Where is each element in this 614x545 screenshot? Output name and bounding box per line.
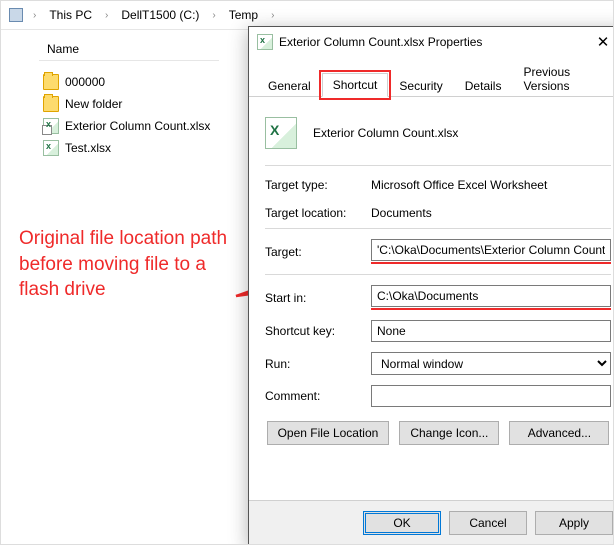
shortcut-key-input[interactable] — [371, 320, 611, 342]
chevron-right-icon[interactable]: › — [29, 10, 40, 21]
divider — [265, 165, 611, 166]
file-name: Test.xlsx — [65, 141, 111, 155]
tab-general[interactable]: General — [257, 74, 322, 97]
file-name: 000000 — [65, 75, 105, 89]
tab-shortcut[interactable]: Shortcut — [322, 73, 389, 97]
filename-label: Exterior Column Count.xlsx — [309, 122, 611, 144]
file-item[interactable]: Test.xlsx — [39, 137, 261, 159]
close-button[interactable]: ✕ — [587, 33, 614, 51]
comment-input[interactable] — [371, 385, 611, 407]
label-shortcut-key: Shortcut key: — [265, 324, 365, 338]
excel-icon — [257, 34, 273, 50]
dialog-footer: OK Cancel Apply — [249, 500, 614, 545]
tab-strip: General Shortcut Security Details Previo… — [249, 59, 614, 97]
label-target-location: Target location: — [265, 206, 365, 220]
label-comment: Comment: — [265, 389, 365, 403]
folder-icon — [43, 74, 59, 90]
divider — [265, 274, 611, 275]
cancel-button[interactable]: Cancel — [449, 511, 527, 535]
excel-shortcut-icon — [43, 118, 59, 134]
file-name: New folder — [65, 97, 122, 111]
tab-content: Exterior Column Count.xlsx Target type: … — [249, 97, 614, 500]
tab-security[interactable]: Security — [388, 74, 453, 97]
tab-details[interactable]: Details — [454, 74, 513, 97]
start-in-input[interactable] — [371, 285, 611, 307]
file-item[interactable]: Exterior Column Count.xlsx — [39, 115, 261, 137]
properties-dialog: Exterior Column Count.xlsx Properties ✕ … — [248, 26, 614, 545]
value-target-location: Documents — [371, 204, 611, 222]
chevron-right-icon[interactable]: › — [208, 10, 219, 21]
run-select[interactable]: Normal window — [371, 352, 611, 375]
advanced-button[interactable]: Advanced... — [509, 421, 609, 445]
label-target-type: Target type: — [265, 178, 365, 192]
breadcrumb-item-0[interactable]: This PC — [42, 5, 99, 25]
annotation-text: Original file location path before movin… — [19, 226, 239, 303]
file-name: Exterior Column Count.xlsx — [65, 119, 210, 133]
pc-icon — [9, 8, 23, 22]
breadcrumb-item-2[interactable]: Temp — [222, 5, 265, 25]
open-file-location-button[interactable]: Open File Location — [267, 421, 390, 445]
tab-previous-versions[interactable]: Previous Versions — [512, 60, 614, 97]
chevron-right-icon[interactable]: › — [101, 10, 112, 21]
file-list-pane[interactable]: Name 000000 New folder Exterior Column C… — [1, 30, 261, 159]
label-start-in: Start in: — [265, 291, 365, 305]
breadcrumb-item-1[interactable]: DellT1500 (C:) — [114, 5, 206, 25]
excel-icon — [43, 140, 59, 156]
titlebar: Exterior Column Count.xlsx Properties ✕ — [249, 27, 614, 57]
chevron-right-icon[interactable]: › — [267, 10, 278, 21]
column-header-name[interactable]: Name — [39, 38, 219, 61]
apply-button[interactable]: Apply — [535, 511, 613, 535]
label-target: Target: — [265, 245, 365, 259]
value-target-type: Microsoft Office Excel Worksheet — [371, 176, 611, 194]
change-icon-button[interactable]: Change Icon... — [399, 421, 499, 445]
file-type-icon — [265, 117, 297, 149]
folder-icon — [43, 96, 59, 112]
file-item[interactable]: New folder — [39, 93, 261, 115]
ok-button[interactable]: OK — [363, 511, 441, 535]
file-item[interactable]: 000000 — [39, 71, 261, 93]
target-input[interactable] — [371, 239, 611, 261]
divider — [265, 228, 611, 229]
label-run: Run: — [265, 357, 365, 371]
dialog-title: Exterior Column Count.xlsx Properties — [279, 35, 587, 49]
